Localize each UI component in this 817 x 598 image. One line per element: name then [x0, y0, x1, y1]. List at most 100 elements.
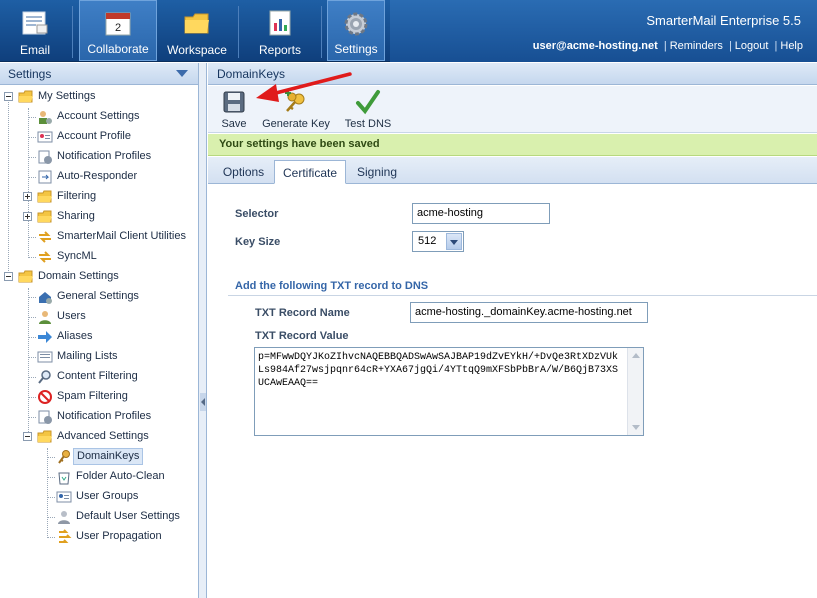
nav-collaborate-label: Collaborate — [87, 42, 149, 56]
collapse-toggle[interactable] — [4, 272, 13, 281]
nav-email-button[interactable]: Email — [0, 0, 70, 61]
tree-node-user-groups[interactable]: User Groups — [0, 488, 199, 506]
key-size-value: 512 — [418, 235, 437, 247]
nav-reports-button[interactable]: Reports — [246, 0, 314, 61]
tree-node-my-settings[interactable]: My Settings — [0, 88, 199, 106]
tree-node-folder-auto-clean[interactable]: Folder Auto-Clean — [0, 468, 199, 486]
scroll-up-icon[interactable] — [632, 353, 640, 358]
tree-connector — [28, 297, 36, 298]
tree-node-mailing-lists[interactable]: Mailing Lists — [0, 348, 199, 366]
profile-card-icon — [37, 131, 53, 143]
email-icon — [22, 11, 48, 35]
tree-node-client-utilities[interactable]: SmarterMail Client Utilities — [0, 228, 199, 246]
expand-toggle[interactable] — [23, 192, 32, 201]
product-brand: SmarterMail Enterprise 5.5 — [646, 13, 801, 28]
tree-connector — [47, 497, 55, 498]
tree-node-domainkeys[interactable]: DomainKeys — [0, 448, 199, 466]
nav-separator — [72, 6, 73, 58]
tree-connector — [47, 537, 55, 538]
tree-connector — [28, 357, 36, 358]
tree-node-domain-notification-profiles[interactable]: Notification Profiles — [0, 408, 199, 426]
tree-connector — [28, 417, 36, 418]
selector-input[interactable]: acme-hosting — [412, 203, 550, 224]
tree-connector — [28, 317, 36, 318]
sidebar-title: Settings — [8, 67, 52, 81]
auto-responder-icon — [38, 170, 52, 184]
top-bar-info-panel — [390, 0, 817, 62]
tree-node-auto-responder[interactable]: Auto-Responder — [0, 168, 199, 186]
nav-separator — [321, 6, 322, 58]
domainkeys-panel: DomainKeys Save Generate Key Test DNS Yo… — [208, 63, 817, 598]
tab-strip: Options Certificate Signing — [208, 157, 817, 184]
tree-node-advanced-settings[interactable]: Advanced Settings — [0, 428, 199, 446]
status-message: Your settings have been saved — [208, 134, 817, 156]
tree-node-account-settings[interactable]: Account Settings — [0, 108, 199, 126]
section-title: Add the following TXT record to DNS — [235, 280, 429, 292]
help-link[interactable]: Help — [780, 40, 803, 52]
user-icon — [39, 311, 51, 324]
tab-signing[interactable]: Signing — [348, 160, 406, 184]
nav-settings-button[interactable]: Settings — [327, 0, 385, 61]
tree-connector — [28, 397, 36, 398]
chevron-down-icon[interactable] — [176, 70, 188, 77]
user-group-card-icon — [56, 491, 72, 503]
key-icon — [58, 450, 70, 464]
user-settings-icon — [39, 111, 52, 124]
tree-connector — [28, 257, 36, 258]
sync-arrows-icon — [39, 231, 51, 243]
key-size-select[interactable]: 512 — [412, 231, 464, 252]
expand-toggle[interactable] — [23, 212, 32, 221]
nav-settings-label: Settings — [334, 42, 378, 56]
txt-record-value-textarea[interactable]: p=MFwwDQYJKoZIhvcNAQEBBQADSwAwSAJBAP19dZ… — [254, 347, 644, 436]
magnifier-icon — [38, 370, 51, 384]
txt-record-value-text: p=MFwwDQYJKoZIhvcNAQEBBQADSwAwSAJBAP19dZ… — [258, 352, 619, 389]
tree-node-default-user-settings[interactable]: Default User Settings — [0, 508, 199, 526]
scroll-down-icon[interactable] — [632, 425, 640, 430]
svg-text:2: 2 — [115, 22, 121, 34]
tree-node-aliases[interactable]: Aliases — [0, 328, 199, 346]
tree-node-account-profile[interactable]: Account Profile — [0, 128, 199, 146]
report-icon — [269, 10, 291, 36]
tab-certificate[interactable]: Certificate — [274, 160, 346, 184]
logout-link[interactable]: Logout — [735, 40, 769, 52]
save-label: Save — [221, 118, 247, 130]
tree-connector — [28, 117, 36, 118]
gear-icon — [344, 12, 368, 36]
tree-node-spam-filtering[interactable]: Spam Filtering — [0, 388, 199, 406]
default-user-icon — [58, 511, 70, 524]
textarea-scrollbar[interactable] — [627, 348, 643, 435]
mailing-list-icon — [37, 351, 53, 363]
tree-node-sharing[interactable]: Sharing — [0, 208, 199, 226]
nav-workspace-button[interactable]: Workspace — [160, 0, 234, 61]
panel-splitter[interactable] — [199, 63, 207, 598]
tree-node-notification-profiles[interactable]: Notification Profiles — [0, 148, 199, 166]
domain-settings-icon — [39, 292, 52, 304]
txt-record-name-input[interactable]: acme-hosting._domainKey.acme-hosting.net — [410, 302, 648, 323]
section-divider — [228, 295, 817, 296]
collapse-toggle[interactable] — [4, 92, 13, 101]
current-user: user@acme-hosting.net — [532, 40, 658, 52]
collapse-toggle[interactable] — [23, 432, 32, 441]
open-folder-icon — [18, 90, 33, 103]
reminders-link[interactable]: Reminders — [670, 40, 723, 52]
tab-options[interactable]: Options — [212, 160, 275, 184]
nav-email-label: Email — [19, 43, 50, 57]
tree-node-general-settings[interactable]: General Settings — [0, 288, 199, 306]
propagation-arrows-icon — [59, 529, 72, 543]
calendar-icon: 2 — [105, 12, 131, 36]
tree-node-filtering[interactable]: Filtering — [0, 188, 199, 206]
save-button[interactable]: Save — [214, 86, 254, 132]
txt-record-name-label: TXT Record Name — [255, 307, 350, 319]
collapse-sidebar-handle[interactable] — [200, 393, 206, 411]
nav-separator — [238, 6, 239, 58]
nav-collaborate-button[interactable]: 2 Collaborate — [79, 0, 157, 61]
chevron-down-icon[interactable] — [446, 233, 462, 250]
settings-sidebar: Settings My Settings Account Settings Ac… — [0, 63, 199, 598]
tree-connector — [47, 517, 55, 518]
tree-node-syncml[interactable]: SyncML — [0, 248, 199, 266]
tree-node-domain-settings[interactable]: Domain Settings — [0, 268, 199, 286]
tree-node-content-filtering[interactable]: Content Filtering — [0, 368, 199, 386]
tree-node-users[interactable]: Users — [0, 308, 199, 326]
tree-node-user-propagation[interactable]: User Propagation — [0, 528, 199, 546]
open-folder-icon — [18, 270, 33, 283]
